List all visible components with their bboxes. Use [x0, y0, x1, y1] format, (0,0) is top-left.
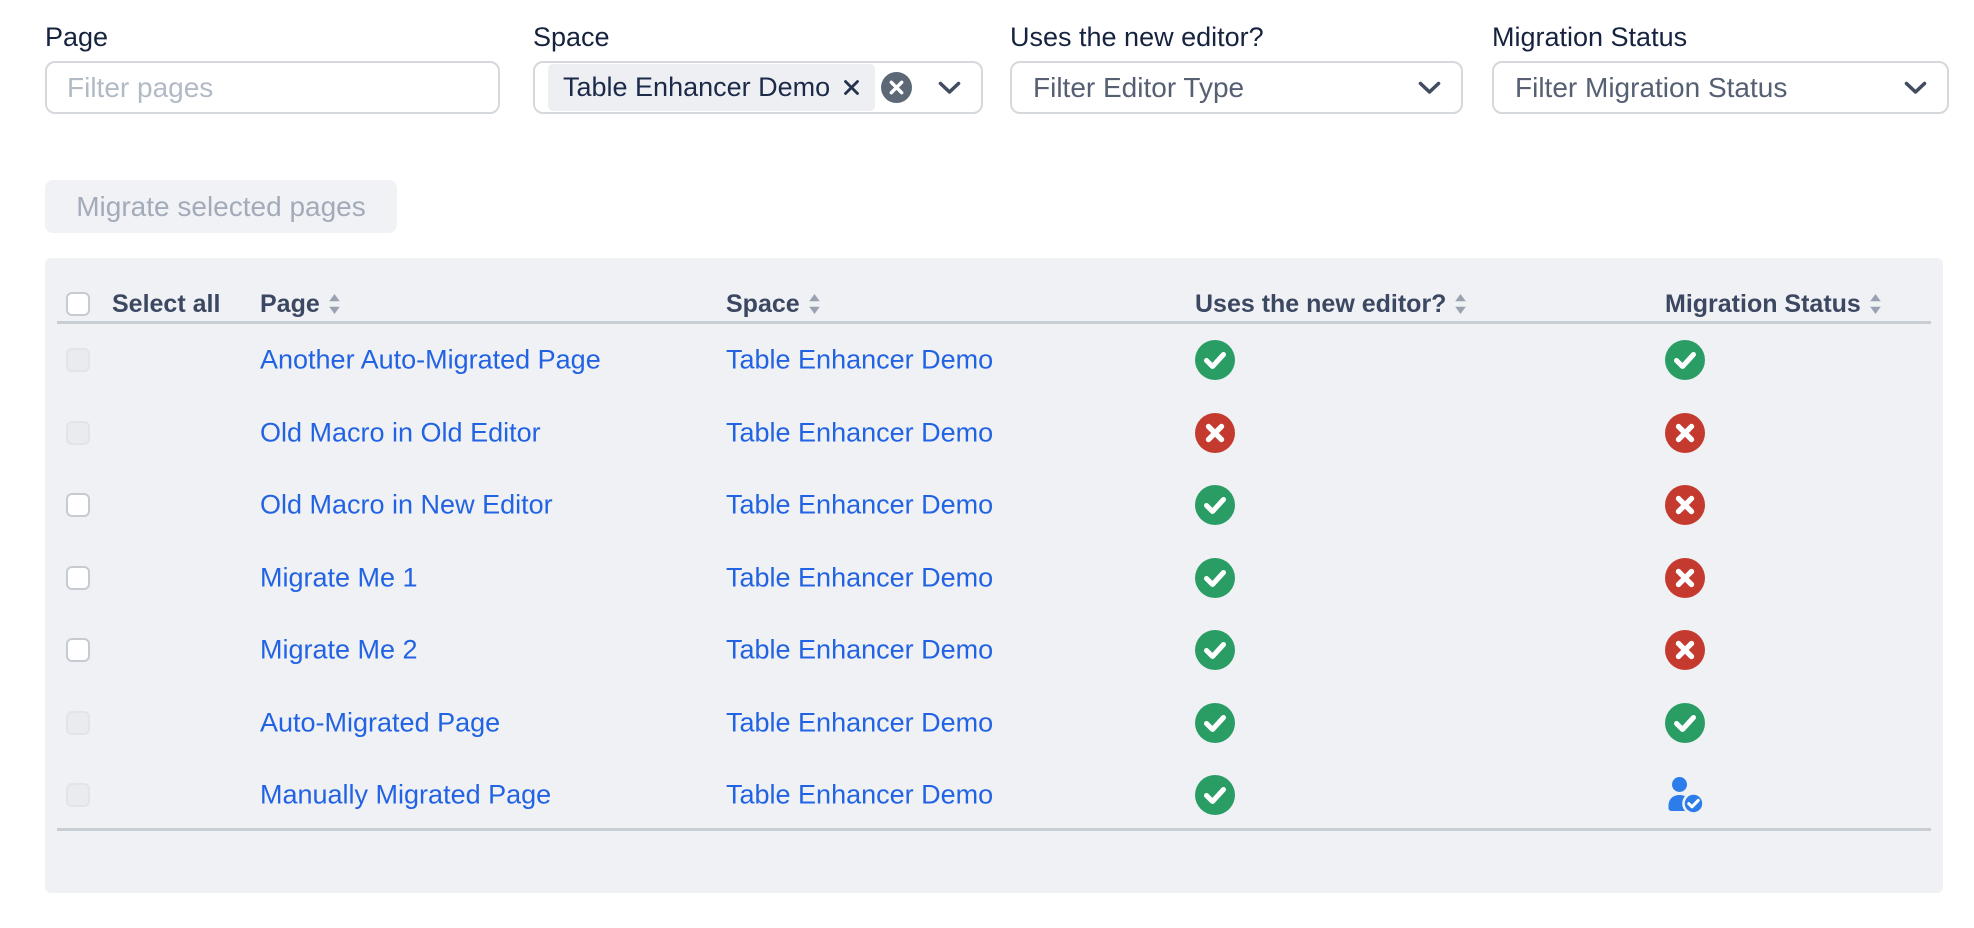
row-checkbox[interactable] [66, 493, 90, 517]
person-check-icon [1665, 775, 1705, 815]
editor-filter-label: Uses the new editor? [1010, 22, 1264, 53]
select-all-checkbox[interactable] [66, 292, 90, 316]
page-filter-label: Page [45, 22, 108, 53]
page-link[interactable]: Auto-Migrated Page [260, 707, 500, 737]
sort-icon [808, 293, 821, 315]
cross-circle-icon [1665, 630, 1705, 670]
sort-icon [328, 293, 341, 315]
row-checkbox [66, 711, 90, 735]
table-row: Another Auto-Migrated Page Table Enhance… [45, 324, 1943, 397]
check-circle-icon [1195, 703, 1235, 743]
cross-circle-icon [1665, 485, 1705, 525]
migration-filter-select[interactable]: Filter Migration Status [1492, 61, 1949, 114]
space-link[interactable]: Table Enhancer Demo [726, 635, 993, 665]
space-chevron-down-icon[interactable] [938, 81, 961, 95]
cross-circle-icon [1665, 413, 1705, 453]
page-link[interactable]: Migrate Me 2 [260, 635, 418, 665]
chip-remove-icon[interactable] [843, 79, 860, 96]
clear-all-icon[interactable] [881, 72, 912, 103]
page-link[interactable]: Manually Migrated Page [260, 780, 551, 810]
check-circle-icon [1665, 340, 1705, 380]
space-link[interactable]: Table Enhancer Demo [726, 345, 993, 375]
page-link[interactable]: Old Macro in New Editor [260, 490, 553, 520]
space-link[interactable]: Table Enhancer Demo [726, 707, 993, 737]
space-selected-chip-label: Table Enhancer Demo [563, 72, 830, 103]
row-checkbox[interactable] [66, 638, 90, 662]
space-link[interactable]: Table Enhancer Demo [726, 490, 993, 520]
editor-filter-placeholder: Filter Editor Type [1012, 72, 1244, 104]
row-checkbox [66, 421, 90, 445]
row-checkbox [66, 783, 90, 807]
column-header-space[interactable]: Space [726, 258, 821, 322]
page-link[interactable]: Old Macro in Old Editor [260, 417, 541, 447]
check-circle-icon [1665, 703, 1705, 743]
editor-chevron-down-icon[interactable] [1418, 81, 1441, 95]
check-circle-icon [1195, 340, 1235, 380]
check-circle-icon [1195, 485, 1235, 525]
column-header-editor[interactable]: Uses the new editor? [1195, 258, 1467, 322]
table-row: Auto-Migrated Page Table Enhancer Demo [45, 687, 1943, 760]
space-selected-chip: Table Enhancer Demo [548, 64, 875, 111]
space-filter-select[interactable]: Table Enhancer Demo [533, 61, 983, 114]
page-filter-input[interactable] [47, 63, 498, 112]
editor-filter-select[interactable]: Filter Editor Type [1010, 61, 1463, 114]
table-header-row: Select all Page Space Uses the new edito… [45, 258, 1943, 321]
pages-table: Select all Page Space Uses the new edito… [45, 258, 1943, 893]
select-all-label: Select all [112, 258, 220, 322]
row-checkbox[interactable] [66, 566, 90, 590]
row-checkbox [66, 348, 90, 372]
check-circle-icon [1195, 630, 1235, 670]
cross-circle-icon [1665, 558, 1705, 598]
table-row: Migrate Me 2 Table Enhancer Demo [45, 614, 1943, 687]
table-body: Another Auto-Migrated Page Table Enhance… [45, 324, 1943, 832]
table-row: Migrate Me 1 Table Enhancer Demo [45, 542, 1943, 615]
page-filter-field [45, 61, 500, 114]
check-circle-icon [1195, 558, 1235, 598]
sort-icon [1869, 293, 1882, 315]
migration-filter-placeholder: Filter Migration Status [1494, 72, 1787, 104]
sort-icon [1454, 293, 1467, 315]
migration-chevron-down-icon[interactable] [1904, 81, 1927, 95]
footer-divider [57, 828, 1931, 831]
table-row: Old Macro in Old Editor Table Enhancer D… [45, 397, 1943, 470]
table-row: Old Macro in New Editor Table Enhancer D… [45, 469, 1943, 542]
column-header-page[interactable]: Page [260, 258, 341, 322]
page-link[interactable]: Migrate Me 1 [260, 562, 418, 592]
space-link[interactable]: Table Enhancer Demo [726, 417, 993, 447]
check-circle-icon [1195, 775, 1235, 815]
cross-circle-icon [1195, 413, 1235, 453]
space-link[interactable]: Table Enhancer Demo [726, 780, 993, 810]
migration-filter-label: Migration Status [1492, 22, 1687, 53]
migrate-selected-button[interactable]: Migrate selected pages [45, 180, 397, 233]
table-row: Manually Migrated Page Table Enhancer De… [45, 759, 1943, 832]
space-filter-label: Space [533, 22, 610, 53]
page-link[interactable]: Another Auto-Migrated Page [260, 345, 601, 375]
column-header-migration[interactable]: Migration Status [1665, 258, 1882, 322]
space-link[interactable]: Table Enhancer Demo [726, 562, 993, 592]
